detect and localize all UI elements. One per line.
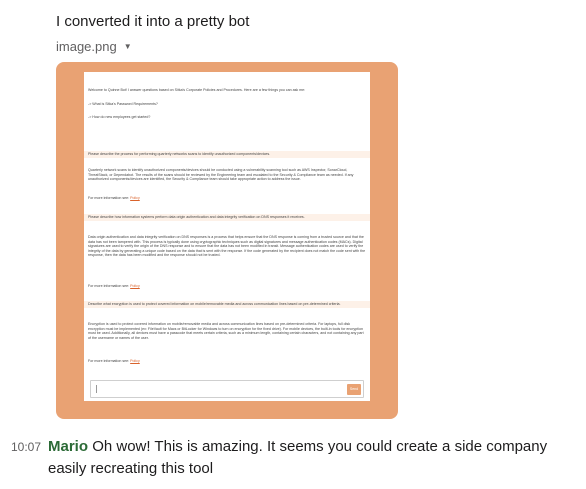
bot-answer: Quarterly network scans to identify unau… bbox=[88, 168, 354, 182]
user-question: Describe what encryption is used to prot… bbox=[84, 301, 370, 308]
more-info: For more information see: Policy bbox=[88, 284, 366, 289]
text-cursor bbox=[96, 385, 97, 393]
bot-suggestion: -> How do new employees get started? bbox=[88, 115, 151, 119]
bot-answer: Encryption is used to protect covered in… bbox=[88, 322, 364, 340]
policy-link: Policy bbox=[130, 359, 140, 363]
bot-suggestion: -> What is Sitka's Password Requirements… bbox=[88, 102, 158, 106]
attachment-header[interactable]: image.png ▼ bbox=[56, 39, 132, 54]
send-button: Send bbox=[347, 384, 361, 395]
more-info: For more information see: Policy bbox=[88, 196, 366, 201]
user-question: Please describe the process for performi… bbox=[84, 151, 370, 158]
message-text: Oh wow! This is amazing. It seems you co… bbox=[48, 438, 548, 477]
more-info: For more information see: Policy bbox=[88, 359, 366, 364]
message-author[interactable]: Mario bbox=[48, 438, 88, 455]
chat-input: Send bbox=[90, 380, 364, 398]
bot-welcome: Welcome to Quinne Bot! I answer question… bbox=[88, 88, 306, 92]
policy-link: Policy bbox=[130, 284, 140, 288]
message-timestamp[interactable]: 10:07 bbox=[11, 440, 41, 454]
chevron-down-icon[interactable]: ▼ bbox=[124, 42, 132, 51]
image-attachment[interactable]: Welcome to Quinne Bot! I answer question… bbox=[56, 62, 398, 419]
user-question: Please describe how information systems … bbox=[84, 214, 370, 221]
more-info-label: For more information see: bbox=[88, 284, 130, 288]
policy-link: Policy bbox=[130, 196, 140, 200]
message-body: Mario Oh wow! This is amazing. It seems … bbox=[48, 436, 578, 480]
more-info-label: For more information see: bbox=[88, 359, 130, 363]
bot-answer: Data origin authentication and data inte… bbox=[88, 235, 366, 258]
more-info-label: For more information see: bbox=[88, 196, 130, 200]
message-text: I converted it into a pretty bot bbox=[56, 13, 250, 30]
attachment-filename[interactable]: image.png bbox=[56, 39, 117, 54]
chatbot-screenshot: Welcome to Quinne Bot! I answer question… bbox=[84, 72, 370, 401]
